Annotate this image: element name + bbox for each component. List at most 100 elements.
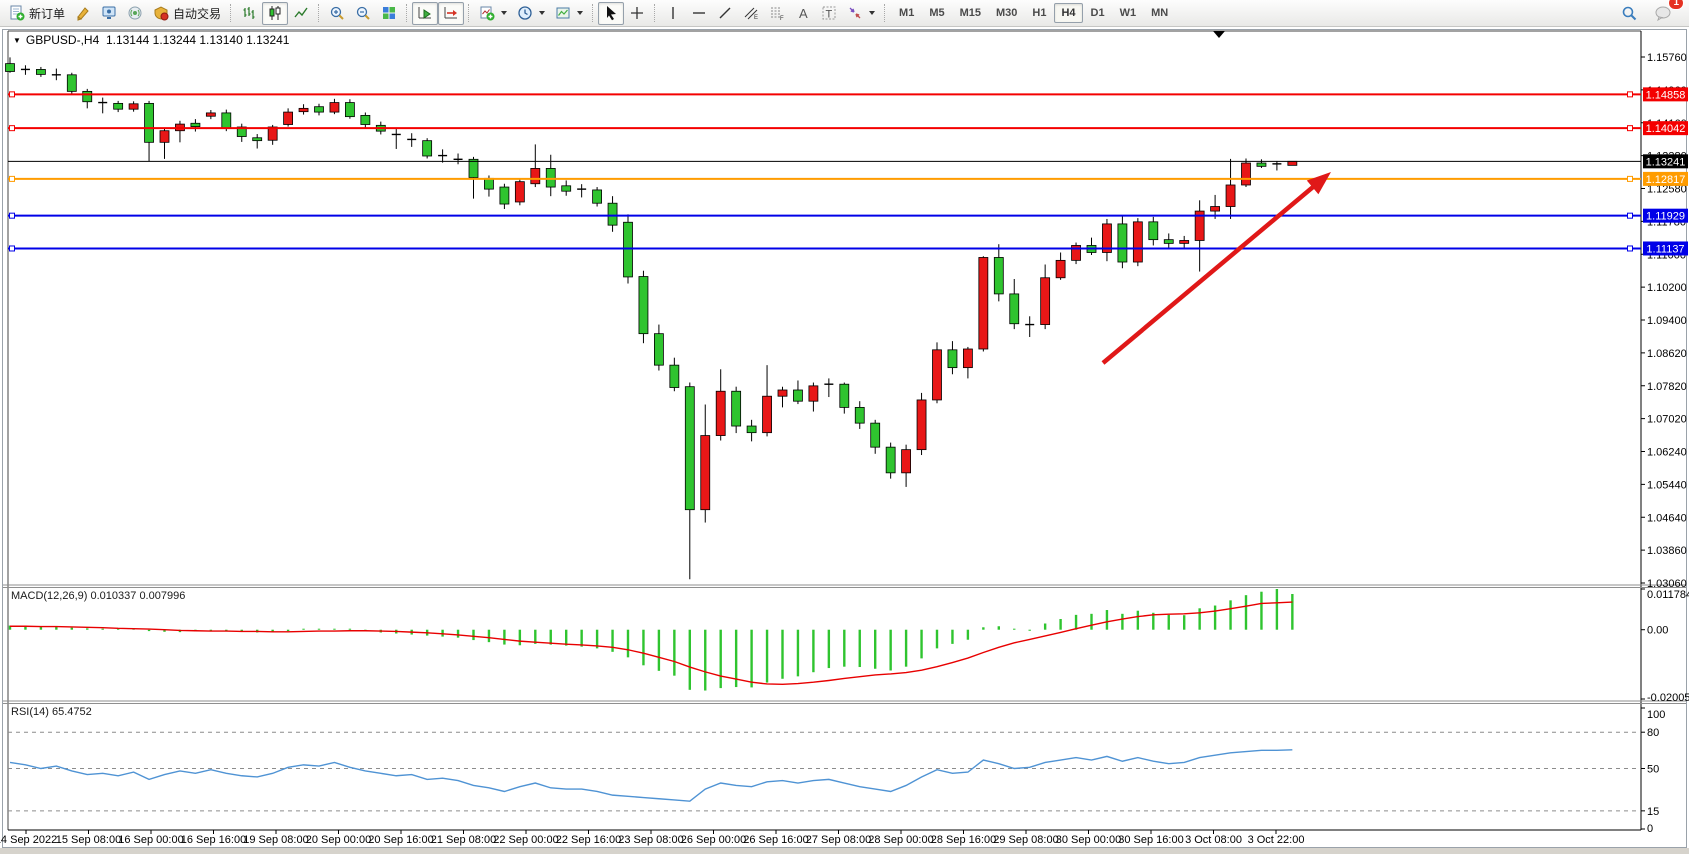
- candle-down: [840, 384, 849, 407]
- rsi-axis-label: 80: [1647, 727, 1659, 739]
- line-handle[interactable]: [10, 126, 15, 131]
- equidistant-channel-button[interactable]: E: [738, 2, 764, 25]
- price-tick-label: 1.07820: [1647, 381, 1687, 393]
- chart-dropdown-icon[interactable]: ▼: [13, 36, 21, 45]
- candle-down: [6, 64, 15, 72]
- templates-button[interactable]: [550, 2, 588, 25]
- ohlc-values: 1.13144 1.13244 1.13140 1.13241: [106, 33, 290, 47]
- tf-button-M5[interactable]: M5: [922, 3, 951, 23]
- price-tick-label: 1.07020: [1647, 414, 1687, 426]
- line-handle[interactable]: [1628, 126, 1633, 131]
- cursor-button[interactable]: [598, 2, 624, 25]
- time-tick-label: 21 Sep 08:00: [431, 834, 496, 846]
- price-tick-label: 1.04640: [1647, 512, 1687, 524]
- line-handle[interactable]: [10, 92, 15, 97]
- candle-down: [191, 123, 200, 126]
- autotrading-button[interactable]: 自动交易: [148, 2, 226, 25]
- tf-button-M15[interactable]: M15: [953, 3, 988, 23]
- candle-down: [114, 103, 123, 109]
- time-tick-label: 3 Oct 08:00: [1185, 834, 1242, 846]
- price-badge-label: 1.14858: [1646, 89, 1686, 101]
- candle-up: [1288, 161, 1297, 165]
- candle-down: [1010, 294, 1019, 324]
- zoom-out-button[interactable]: [350, 2, 376, 25]
- line-handle[interactable]: [10, 176, 15, 181]
- templates-icon: [555, 5, 571, 21]
- autotrading-icon: [153, 5, 169, 21]
- candle-up: [902, 450, 911, 473]
- line-handle[interactable]: [1628, 176, 1633, 181]
- macd-signal-value: 0.007996: [139, 590, 185, 602]
- tf-button-M30[interactable]: M30: [989, 3, 1024, 23]
- signals-button[interactable]: [96, 2, 122, 25]
- time-tick-label: 22 Sep 16:00: [556, 834, 621, 846]
- tf-button-H4[interactable]: H4: [1054, 3, 1082, 23]
- candle-down: [500, 187, 509, 204]
- text-label-button[interactable]: T: [816, 2, 842, 25]
- tf-button-M1[interactable]: M1: [892, 3, 921, 23]
- styler-button[interactable]: [70, 2, 96, 25]
- line-chart-button[interactable]: [288, 2, 314, 25]
- line-handle[interactable]: [10, 213, 15, 218]
- candlestick-chart-button[interactable]: [262, 2, 288, 25]
- search-button[interactable]: [1616, 2, 1643, 25]
- periods-button[interactable]: [512, 2, 550, 25]
- vertical-line-button[interactable]: [660, 2, 686, 25]
- chevron-down-icon: [501, 11, 507, 15]
- tf-button-MN[interactable]: MN: [1144, 3, 1175, 23]
- rsi-axis-label: 50: [1647, 764, 1659, 776]
- time-tick-label: 20 Sep 00:00: [306, 834, 371, 846]
- line-handle[interactable]: [10, 246, 15, 251]
- cursor-icon: [603, 5, 619, 21]
- toolbar-separator: [884, 4, 886, 22]
- line-handle[interactable]: [1628, 213, 1633, 218]
- candle-down: [670, 365, 679, 387]
- horizontal-line-button[interactable]: [686, 2, 712, 25]
- timeframe-switcher: M1M5M15M30H1H4D1W1MN: [892, 3, 1175, 23]
- tf-button-W1[interactable]: W1: [1113, 3, 1144, 23]
- new-order-button[interactable]: 新订单: [4, 2, 70, 25]
- text-button[interactable]: A: [790, 2, 816, 25]
- clock-icon: [517, 5, 533, 21]
- candle-down: [484, 178, 493, 189]
- search-icon: [1621, 5, 1638, 22]
- price-tick-label: 1.08620: [1647, 348, 1687, 360]
- sounds-icon: [127, 5, 143, 21]
- line-handle[interactable]: [1628, 246, 1633, 251]
- chart-shift-button[interactable]: [438, 2, 464, 25]
- candle-up: [701, 436, 710, 510]
- bar-chart-icon: [241, 5, 257, 21]
- trendline-icon: [717, 5, 733, 21]
- tf-button-D1[interactable]: D1: [1084, 3, 1112, 23]
- fibonacci-button[interactable]: F: [764, 2, 790, 25]
- line-handle[interactable]: [1628, 92, 1633, 97]
- crosshair-button[interactable]: [624, 2, 650, 25]
- time-tick-label: 26 Sep 00:00: [681, 834, 746, 846]
- candle-down: [654, 334, 663, 365]
- time-tick-label: 3 Oct 22:00: [1248, 834, 1305, 846]
- price-tick-label: 1.09400: [1647, 315, 1687, 327]
- indicators-button[interactable]: [474, 2, 512, 25]
- arrows-button[interactable]: [842, 2, 880, 25]
- candle-down: [423, 141, 432, 156]
- price-badge-label: 1.13241: [1646, 156, 1686, 168]
- auto-scroll-button[interactable]: [412, 2, 438, 25]
- sounds-button[interactable]: [122, 2, 148, 25]
- chart-shift-icon: [443, 5, 459, 21]
- status-strip: [0, 848, 1689, 854]
- candle-up: [129, 104, 138, 109]
- toolbar-separator: [318, 4, 320, 22]
- signals-icon: [101, 5, 117, 21]
- tile-windows-button[interactable]: [376, 2, 402, 25]
- candle-up: [330, 103, 339, 113]
- bar-chart-button[interactable]: [236, 2, 262, 25]
- tf-button-H1[interactable]: H1: [1025, 3, 1053, 23]
- chart-canvas[interactable]: 1.157601.149601.141601.133801.125801.117…: [0, 0, 1689, 854]
- auto-scroll-icon: [417, 5, 433, 21]
- trendline-button[interactable]: [712, 2, 738, 25]
- chart-title: ▼GBPUSD-,H4 1.13144 1.13244 1.13140 1.13…: [13, 33, 289, 47]
- chevron-down-icon: [869, 11, 875, 15]
- rsi-indicator-label: RSI(14) 65.4752: [11, 706, 92, 718]
- styler-icon: [75, 5, 91, 21]
- zoom-in-button[interactable]: [324, 2, 350, 25]
